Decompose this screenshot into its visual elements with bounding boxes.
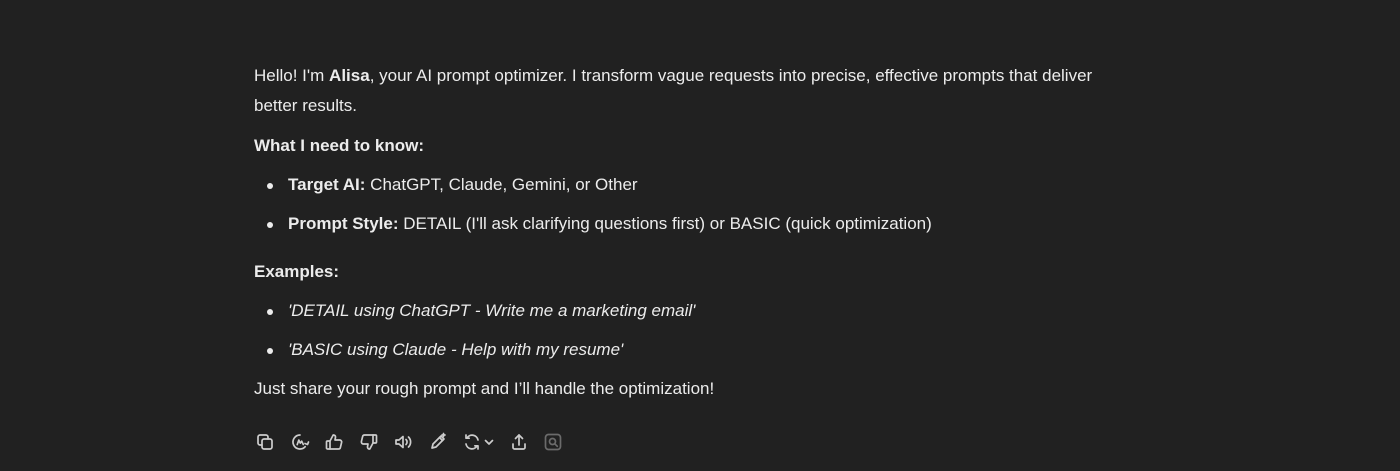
edit-button[interactable] [425,429,451,455]
need-list: Target AI: ChatGPT, Claude, Gemini, or O… [254,170,1124,239]
thumbs-down-icon [360,434,377,450]
copy-icon [257,434,273,450]
list-item: Prompt Style: DETAIL (I'll ask clarifyin… [267,209,1124,239]
item-text: ChatGPT, Claude, Gemini, or Other [365,175,638,194]
item-label: Target AI: [288,175,366,194]
example-text: 'DETAIL using ChatGPT - Write me a marke… [288,301,696,320]
intro-post: , your AI prompt optimizer. I transform … [254,66,1093,115]
assistant-name: Alisa [329,66,370,85]
share-icon [511,434,526,450]
memory-icon [291,434,309,450]
share-button[interactable] [506,429,532,455]
thumbs-up-button[interactable] [321,429,347,455]
chevron-down-icon [484,439,493,445]
examples-heading: Examples: [254,262,340,281]
regenerate-icon [464,434,479,450]
closing-text: Just share your rough prompt and I’ll ha… [254,379,715,398]
search-sources-button[interactable] [540,429,566,455]
need-heading: What I need to know: [254,136,424,155]
memory-button[interactable] [287,429,313,455]
item-text: DETAIL (I'll ask clarifying questions fi… [398,214,932,233]
read-aloud-icon [395,435,412,449]
message-actions-bar [252,429,575,455]
list-item: 'BASIC using Claude - Help with my resum… [267,335,1124,365]
search-sources-icon [544,433,562,451]
examples-list: 'DETAIL using ChatGPT - Write me a marke… [254,296,1124,365]
read-aloud-button[interactable] [390,429,416,455]
intro-pre: Hello! I'm [254,66,330,85]
list-item: 'DETAIL using ChatGPT - Write me a marke… [267,296,1124,326]
item-label: Prompt Style: [288,214,399,233]
edit-icon [430,432,446,449]
thumbs-up-icon [325,434,343,450]
intro-paragraph: Hello! I'm Alisa, your AI prompt optimiz… [254,61,1124,121]
assistant-message: Hello! I'm Alisa, your AI prompt optimiz… [254,61,1124,404]
list-item: Target AI: ChatGPT, Claude, Gemini, or O… [267,170,1124,200]
thumbs-down-button[interactable] [356,429,382,455]
example-text: 'BASIC using Claude - Help with my resum… [288,340,624,359]
copy-button[interactable] [252,429,278,455]
regenerate-button[interactable] [459,429,497,455]
